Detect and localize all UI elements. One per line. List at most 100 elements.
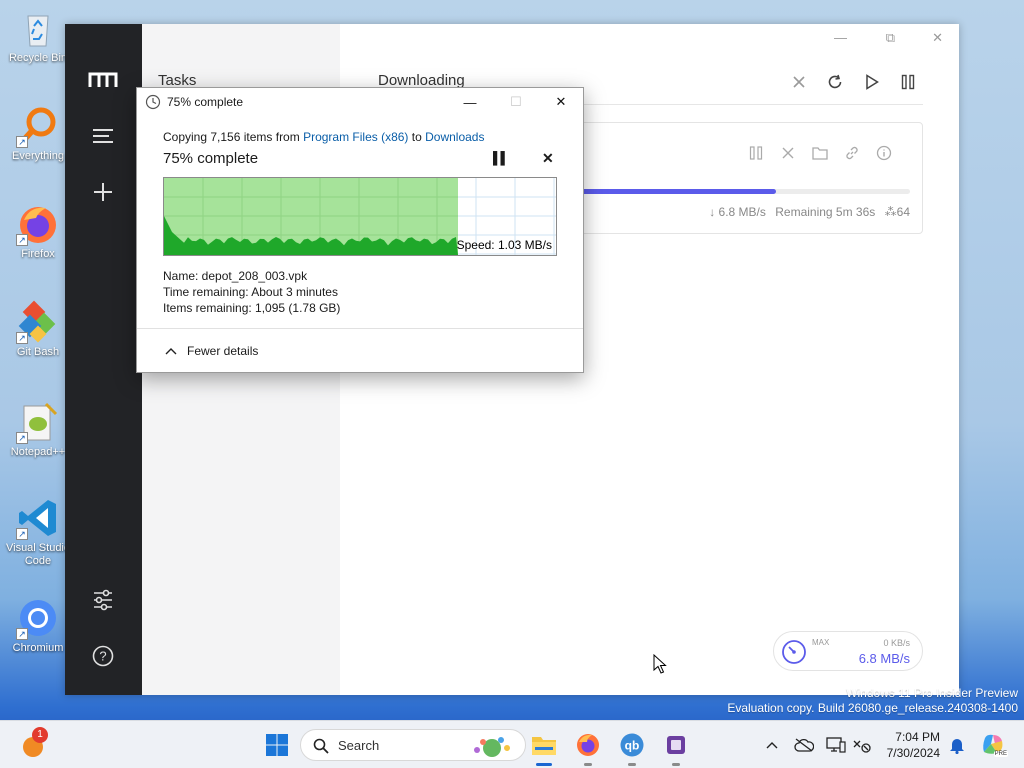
notification-badge: 1 xyxy=(32,727,48,743)
taskbar-clock[interactable]: 7:04 PM 7/30/2024 xyxy=(876,729,940,761)
app-close-button[interactable]: ✕ xyxy=(932,30,943,46)
app-restore-button[interactable]: ⧉ xyxy=(886,30,895,46)
desktop-icon-chromium[interactable]: ↗ Chromium xyxy=(4,596,72,655)
file-copy-dialog: 75% complete — ☐ ✕ Copying 7,156 items f… xyxy=(136,87,584,373)
app-taskbar-button[interactable] xyxy=(660,729,692,766)
desktop-icon-label: Firefox xyxy=(21,248,55,260)
desktop-icon-label: Notepad++ xyxy=(10,446,66,458)
resume-all-icon[interactable] xyxy=(860,70,884,94)
fewer-details-button[interactable]: Fewer details xyxy=(165,344,258,358)
file-explorer-button[interactable] xyxy=(528,729,560,766)
desktop-icon-recycle-bin[interactable]: Recycle Bin xyxy=(4,6,72,65)
running-indicator xyxy=(672,763,680,766)
mouse-cursor-icon xyxy=(653,654,667,674)
copy-mid: to xyxy=(408,130,426,144)
transfer-speed-graph: Speed: 1.03 MB/s xyxy=(163,177,557,256)
speed-max-label: MAX xyxy=(812,638,830,647)
time-remaining: Time remaining: About 3 minutes xyxy=(163,285,338,299)
shortcut-arrow-icon: ↗ xyxy=(16,234,28,246)
weather-widget[interactable]: 1 xyxy=(18,727,50,761)
copy-details: Name: depot_208_003.vpk Time remaining: … xyxy=(163,268,340,316)
remove-task-icon[interactable] xyxy=(778,143,798,163)
display-icon[interactable] xyxy=(825,734,847,756)
clock-icon xyxy=(145,94,161,110)
delete-tasks-icon[interactable] xyxy=(787,70,811,94)
pause-button[interactable]: ▌▌ xyxy=(493,151,509,165)
desktop-icon-firefox[interactable]: ↗ Firefox xyxy=(4,202,72,261)
network-icon[interactable] xyxy=(851,734,873,756)
qbittorrent-taskbar-button[interactable]: qb xyxy=(616,729,648,766)
everything-icon: ↗ xyxy=(16,104,60,148)
dialog-close-button[interactable]: ✕ xyxy=(538,88,584,116)
pause-task-icon[interactable] xyxy=(746,143,766,163)
dialog-divider xyxy=(137,328,583,329)
refresh-icon[interactable] xyxy=(823,70,847,94)
folder-icon[interactable] xyxy=(810,143,830,163)
search-icon xyxy=(313,738,329,754)
shortcut-arrow-icon: ↗ xyxy=(16,628,28,640)
info-icon[interactable] xyxy=(874,143,894,163)
source-folder-link[interactable]: Program Files (x86) xyxy=(303,130,408,144)
windows-start-icon xyxy=(266,734,288,756)
task-connections: ⁂64 xyxy=(884,205,910,219)
sliders-icon[interactable] xyxy=(83,580,123,620)
help-icon[interactable]: ? xyxy=(83,636,123,676)
taskbar-search[interactable]: Search xyxy=(300,729,526,761)
upload-speed: 0 KB/s xyxy=(883,638,910,648)
svg-text:?: ? xyxy=(99,649,106,664)
dialog-titlebar[interactable]: 75% complete — ☐ ✕ xyxy=(137,88,583,116)
svg-text:qb: qb xyxy=(625,739,640,753)
chevron-up-icon xyxy=(165,344,177,358)
motrix-logo-icon xyxy=(83,60,123,100)
copilot-icon[interactable]: PRE xyxy=(980,731,1008,757)
speed-meter[interactable]: MAX 0 KB/s 6.8 MB/s xyxy=(773,631,923,671)
qbittorrent-icon: qb xyxy=(620,733,644,757)
vscode-icon: ↗ xyxy=(16,496,60,540)
link-icon[interactable] xyxy=(842,143,862,163)
file-explorer-icon xyxy=(532,737,556,755)
copy-summary: Copying 7,156 items from Program Files (… xyxy=(163,130,484,144)
menu-icon[interactable] xyxy=(83,116,123,156)
desktop-icon-label: Everything xyxy=(12,150,64,162)
shortcut-arrow-icon: ↗ xyxy=(16,136,28,148)
destination-folder-link[interactable]: Downloads xyxy=(425,130,484,144)
firefox-icon xyxy=(577,734,599,756)
shortcut-arrow-icon: ↗ xyxy=(16,432,28,444)
taskbar: 1 Search qb 7:04 PM 7/30/2024 PRE xyxy=(0,720,1024,768)
desktop-icon-git-bash[interactable]: ↗ Git Bash xyxy=(4,300,72,359)
desktop-icon-vscode[interactable]: ↗ Visual Studio Code xyxy=(4,496,72,568)
download-speed: 6.8 MB/s xyxy=(858,651,910,666)
running-indicator xyxy=(584,763,592,766)
search-placeholder: Search xyxy=(338,738,380,753)
cancel-button[interactable]: ✕ xyxy=(542,150,554,167)
clock-time: 7:04 PM xyxy=(895,730,940,744)
watermark-line-1: Windows 11 Pro Insider Preview xyxy=(846,686,1018,700)
start-button[interactable] xyxy=(261,729,293,761)
notification-bell-icon[interactable] xyxy=(946,734,968,756)
dialog-title: 75% complete xyxy=(167,95,244,109)
items-remaining: Items remaining: 1,095 (1.78 GB) xyxy=(163,301,341,315)
shortcut-arrow-icon: ↗ xyxy=(16,528,28,540)
desktop-icon-label: Chromium xyxy=(12,642,64,654)
onedrive-icon[interactable] xyxy=(793,734,815,756)
firefox-taskbar-button[interactable] xyxy=(572,729,604,766)
pause-all-icon[interactable] xyxy=(896,70,920,94)
desktop-icon-notepadpp[interactable]: ↗ Notepad++ xyxy=(4,400,72,459)
chromium-icon: ↗ xyxy=(16,596,60,640)
dialog-maximize-button: ☐ xyxy=(510,94,522,109)
task-speed: ↓ 6.8 MB/s xyxy=(709,205,766,219)
desktop-icon-everything[interactable]: ↗ Everything xyxy=(4,104,72,163)
desktop-icon-label: Recycle Bin xyxy=(8,52,68,64)
recycle-bin-icon xyxy=(16,6,60,50)
app-minimize-button[interactable]: — xyxy=(834,30,847,45)
clock-date: 7/30/2024 xyxy=(886,746,940,760)
connections-icon: ⁂ xyxy=(884,205,897,219)
app-sidebar: ? xyxy=(65,24,142,695)
task-stats: ↓ 6.8 MB/s Remaining 5m 36s ⁂64 xyxy=(703,205,910,219)
chevron-up-icon[interactable] xyxy=(761,734,783,756)
git-bash-icon: ↗ xyxy=(16,300,60,344)
plus-icon[interactable] xyxy=(83,172,123,212)
search-highlight-icon xyxy=(474,737,510,757)
dialog-minimize-button[interactable]: — xyxy=(447,88,493,116)
build-watermark: Windows 11 Pro Insider Preview Evaluatio… xyxy=(727,686,1018,716)
